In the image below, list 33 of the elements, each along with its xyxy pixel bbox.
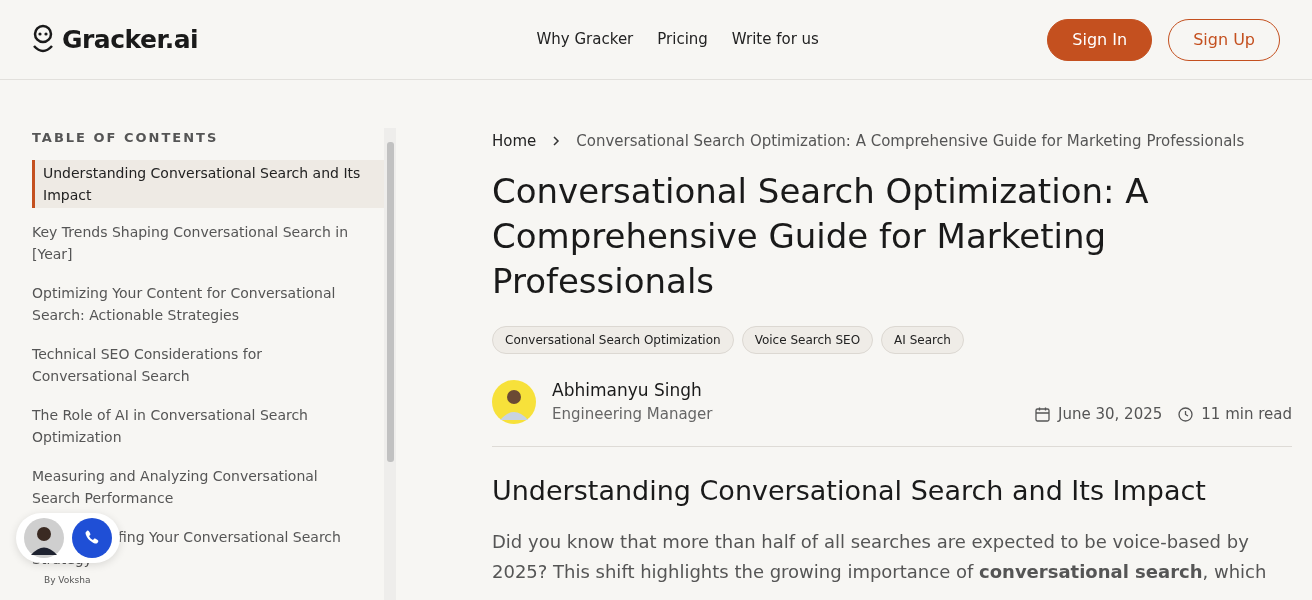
widget-caption: By Voksha — [44, 576, 91, 585]
toc-link[interactable]: Key Trends Shaping Conversational Search in [Year] — [32, 220, 384, 265]
tag[interactable]: AI Search — [881, 325, 964, 354]
section-heading: Understanding Conversational Search and Its Impact — [492, 474, 1207, 507]
toc-link[interactable]: Measuring and Analyzing Conversational Search Performance — [32, 464, 384, 509]
toc-link[interactable]: Optimizing Your Content for Conversational Search: Actionable Strategies — [32, 281, 384, 326]
publish-date: June 30, 2025 — [1058, 404, 1163, 425]
nav-link[interactable]: Write for us — [731, 28, 819, 51]
breadcrumb-link[interactable]: Home — [492, 130, 537, 153]
nav-link[interactable]: Pricing — [657, 28, 708, 51]
avatar-icon — [492, 379, 536, 424]
logo-text: Gracker.ai — [62, 23, 199, 56]
tag[interactable]: Voice Search SEO — [741, 325, 874, 354]
author-role: Engineering Manager — [552, 404, 713, 425]
breadcrumb-current: Conversational Search Optimization: A Comprehensive Guide for Marketing Professionals — [576, 131, 1245, 152]
nav-link[interactable]: Why Gracker — [536, 28, 634, 51]
author-name: Abhimanyu Singh — [552, 378, 703, 402]
chevron-icon — [552, 136, 561, 147]
clock-icon — [1178, 406, 1194, 422]
toc-title: TABLE OF CONTENTS — [32, 129, 220, 147]
paragraph: Did you know that more than half of all searches are expected to be voice-based by 2025? This shift highlights the growing importance of conversational search, which — [492, 529, 1268, 584]
scrollbar-thumb[interactable] — [387, 142, 394, 462]
read-time: 11 min read — [1201, 404, 1292, 425]
scrollbar[interactable] — [384, 128, 396, 600]
toc-link[interactable]: Technical SEO Considerations for Conversational Search — [32, 342, 384, 387]
calendar-icon — [1035, 406, 1051, 422]
toc-link[interactable]: The Role of AI in Conversational Search Optimization — [32, 403, 384, 448]
article-title: Conversational Search Optimization: A Comprehensive Guide for Marketing Professionals — [492, 169, 1150, 303]
phone-icon[interactable] — [72, 518, 112, 558]
toc-link[interactable]: Understanding Conversational Search and Its Impact — [32, 159, 384, 208]
sign-in-button[interactable]: Sign In — [1047, 18, 1153, 61]
avatar-icon[interactable] — [24, 518, 64, 558]
tag[interactable]: Conversational Search Optimization — [492, 325, 734, 354]
